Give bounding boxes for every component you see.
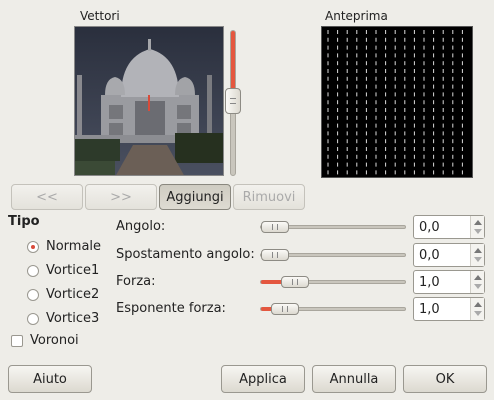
esponente-forza-value[interactable]: 1,0 <box>419 302 440 317</box>
vectors-image-preview[interactable] <box>74 26 224 176</box>
forza-slider-knob[interactable] <box>281 276 309 288</box>
spostamento-angolo-label: Spostamento angolo: <box>116 247 255 262</box>
radio-vortice1[interactable] <box>27 265 39 277</box>
angolo-slider[interactable] <box>260 221 406 233</box>
apply-button[interactable]: Applica <box>221 365 305 393</box>
forza-spinbutton[interactable]: 1,0 <box>413 270 485 294</box>
esponente-forza-slider[interactable] <box>260 303 406 315</box>
angolo-value[interactable]: 0,0 <box>419 220 440 235</box>
preview-label: Anteprima <box>325 9 388 23</box>
radio-vortice3[interactable] <box>27 313 39 325</box>
forza-value[interactable]: 1,0 <box>419 275 440 290</box>
preview-canvas <box>321 26 473 178</box>
radio-vortice1-label[interactable]: Vortice1 <box>46 263 99 278</box>
spin-up-icon[interactable] <box>474 302 482 307</box>
prev-vector-button[interactable]: << <box>11 184 83 210</box>
spin-up-icon[interactable] <box>474 248 482 253</box>
remove-vector-button[interactable]: Rimuovi <box>233 184 305 210</box>
spin-up-icon[interactable] <box>474 275 482 280</box>
spin-down-icon[interactable] <box>474 257 482 262</box>
spostamento-angolo-slider-knob[interactable] <box>261 249 289 261</box>
spin-up-icon[interactable] <box>474 220 482 225</box>
spin-down-icon[interactable] <box>474 284 482 289</box>
tipo-heading: Tipo <box>8 214 40 229</box>
angolo-label: Angolo: <box>116 219 166 234</box>
add-vector-button[interactable]: Aggiungi <box>159 184 231 210</box>
voronoi-label[interactable]: Voronoi <box>30 333 79 348</box>
radio-vortice3-label[interactable]: Vortice3 <box>46 311 99 326</box>
radio-vortice2[interactable] <box>27 289 39 301</box>
preview-vector-field <box>327 30 463 175</box>
angolo-spinbutton[interactable]: 0,0 <box>413 215 485 239</box>
taj-mahal-image <box>75 27 223 175</box>
spostamento-angolo-slider[interactable] <box>260 249 406 261</box>
help-button[interactable]: Aiuto <box>8 365 92 393</box>
angolo-slider-knob[interactable] <box>261 221 289 233</box>
spin-down-icon[interactable] <box>474 229 482 234</box>
forza-label: Forza: <box>116 274 156 289</box>
vector-scale-knob-icon[interactable] <box>225 88 241 114</box>
radio-vortice2-label[interactable]: Vortice2 <box>46 287 99 302</box>
vectors-label: Vettori <box>80 9 120 23</box>
radio-normale-label[interactable]: Normale <box>46 239 101 254</box>
voronoi-checkbox[interactable] <box>11 335 23 347</box>
cancel-button[interactable]: Annulla <box>312 365 396 393</box>
spin-down-icon[interactable] <box>474 311 482 316</box>
esponente-forza-slider-knob[interactable] <box>271 303 299 315</box>
spostamento-angolo-spinbutton[interactable]: 0,0 <box>413 243 485 267</box>
forza-slider[interactable] <box>260 276 406 288</box>
esponente-forza-label: Esponente forza: <box>116 301 226 316</box>
next-vector-button[interactable]: >> <box>85 184 157 210</box>
spostamento-angolo-value[interactable]: 0,0 <box>419 248 440 263</box>
esponente-forza-spinbutton[interactable]: 1,0 <box>413 297 485 321</box>
ok-button[interactable]: OK <box>403 365 487 393</box>
radio-normale[interactable] <box>27 241 39 253</box>
